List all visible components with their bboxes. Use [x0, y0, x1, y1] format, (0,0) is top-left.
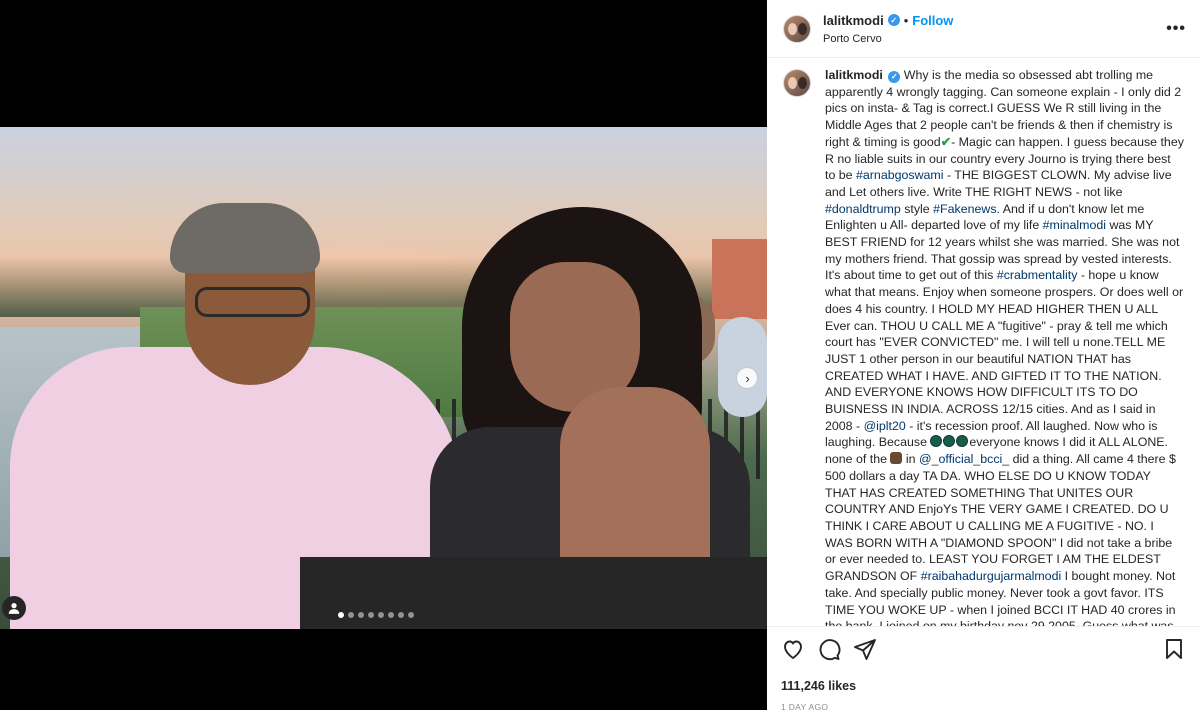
hashtag-link[interactable]: #crabmentality: [997, 268, 1078, 282]
ball-emoji-icon: [943, 435, 956, 448]
carousel-dot: [348, 612, 354, 618]
man-hair: [170, 203, 320, 273]
carousel-dot: [408, 612, 414, 618]
separator: •: [903, 12, 909, 28]
ball-emoji-icon: [930, 435, 943, 448]
heart-icon[interactable]: [781, 637, 805, 661]
post-photo[interactable]: [0, 127, 767, 629]
caption-text: Why is the media so obsessed abt trollin…: [825, 68, 1184, 626]
post-header: lalitkmodi ✓ • Follow Porto Cervo •••: [767, 0, 1200, 58]
hashtag-link[interactable]: @iplt20: [864, 419, 906, 433]
hashtag-link[interactable]: #Fakenews: [933, 202, 996, 216]
avatar[interactable]: [783, 14, 811, 43]
ball-emoji-icon: [956, 435, 969, 448]
caption-username[interactable]: lalitkmodi: [825, 68, 883, 82]
next-slide-button[interactable]: ›: [736, 367, 758, 389]
table: [300, 557, 767, 629]
check-emoji-icon: ✔: [940, 134, 952, 149]
caption-text-segment: did a thing. All came 4 there $ 500 doll…: [825, 452, 1176, 584]
building: [712, 239, 767, 319]
post-caption: lalitkmodi ✓ Why is the media so obsesse…: [825, 67, 1184, 626]
user-tag-icon: [8, 603, 20, 614]
verified-badge-icon: ✓: [887, 14, 900, 26]
verified-badge-icon: ✓: [888, 71, 901, 84]
ball-emoji-icon: [930, 435, 969, 449]
comment-icon[interactable]: [817, 637, 841, 661]
glasses: [195, 287, 310, 317]
follow-button[interactable]: Follow: [912, 13, 953, 28]
carousel-dot: [358, 612, 364, 618]
more-options-icon[interactable]: •••: [1166, 20, 1186, 38]
chevron-right-icon: ›: [745, 370, 750, 386]
hashtag-link[interactable]: #arnabgoswami: [856, 168, 943, 182]
post-actions: 111,246 likes 1 DAY AGO: [767, 626, 1200, 710]
emoji-icon: [890, 452, 903, 465]
carousel-dot: [368, 612, 374, 618]
media-viewer: ›: [0, 0, 767, 710]
avatar[interactable]: [783, 69, 811, 97]
carousel-dot: [378, 612, 384, 618]
hashtag-link[interactable]: #donaldtrump: [825, 202, 901, 216]
carousel-dot: [338, 612, 344, 618]
hashtag-link[interactable]: #raibahadurgujarmalmodi: [921, 569, 1062, 583]
bookmark-icon[interactable]: [1162, 637, 1186, 661]
likes-count[interactable]: 111,246 likes: [781, 679, 1186, 693]
post-side-panel: lalitkmodi ✓ • Follow Porto Cervo ••• la…: [767, 0, 1200, 710]
hashtag-link[interactable]: #minalmodi: [1043, 218, 1106, 232]
caption-text-segment: in: [902, 452, 919, 467]
carousel-dot: [398, 612, 404, 618]
username-link[interactable]: lalitkmodi: [823, 13, 884, 28]
comments-section: lalitkmodi ✓ Why is the media so obsesse…: [767, 59, 1200, 626]
hashtag-link[interactable]: @_official_bcci_: [919, 452, 1009, 466]
post-timestamp[interactable]: 1 DAY AGO: [781, 702, 1186, 710]
caption-text-segment: style: [900, 201, 934, 216]
location-link[interactable]: Porto Cervo: [823, 33, 1166, 45]
user-tag-button[interactable]: [2, 596, 26, 620]
caption-text-segment: - hope u know what that means. Enjoy whe…: [825, 268, 1184, 433]
carousel-indicator: [338, 612, 414, 618]
carousel-dot: [388, 612, 394, 618]
send-icon[interactable]: [853, 637, 877, 661]
